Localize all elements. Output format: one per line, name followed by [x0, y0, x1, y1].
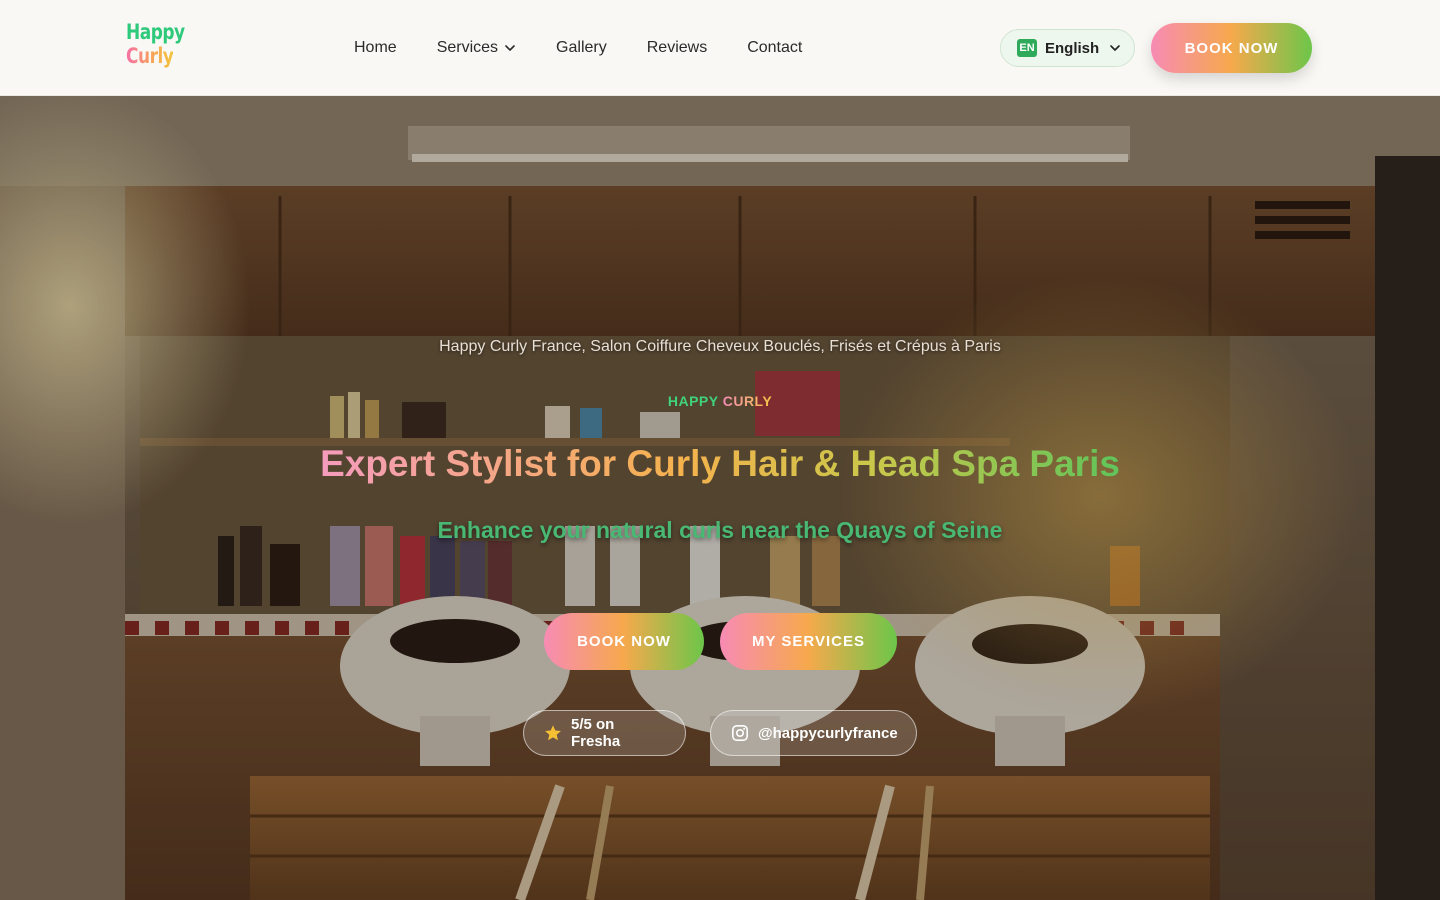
hero-book-now-button[interactable]: BOOK NOW [544, 613, 704, 670]
main-nav: Home Services Gallery Reviews Contact [354, 0, 802, 96]
star-icon [545, 725, 561, 741]
nav-item-label: Services [436, 39, 499, 56]
hero-section: Happy Curly France, Salon Coiffure Cheve… [0, 96, 1440, 900]
nav-item-label: Home [354, 39, 397, 56]
site-logo[interactable]: Happy Curly [126, 18, 185, 78]
instagram-icon [731, 724, 749, 742]
header-book-now-button[interactable]: BOOK NOW [1151, 23, 1312, 73]
nav-item-home[interactable]: Home [354, 39, 397, 57]
nav-item-services[interactable]: Services [437, 39, 516, 57]
language-label: English [1045, 39, 1100, 57]
chevron-down-icon [505, 45, 515, 51]
hero-badges: 5/5 on Fresha @happycurlyfrance [523, 710, 917, 756]
hero-brand: HAPPY CURLY [0, 393, 1440, 409]
hero-tagline: Happy Curly France, Salon Coiffure Cheve… [439, 338, 1001, 355]
my-services-button[interactable]: MY SERVICES [720, 613, 897, 670]
hero-title: Expert Stylist for Curly Hair & Head Spa… [0, 440, 1440, 488]
nav-item-label: Gallery [556, 39, 607, 56]
hero-actions: BOOK NOW MY SERVICES [544, 613, 897, 670]
logo-text-top: Happy [126, 20, 185, 45]
instagram-handle: @happycurlyfrance [758, 724, 898, 742]
nav-item-label: Contact [747, 39, 803, 56]
language-selector[interactable]: EN English [1000, 29, 1135, 67]
fresha-rating-link[interactable]: 5/5 on Fresha [523, 710, 686, 756]
hero-brand-part2: CURLY [722, 393, 773, 409]
nav-item-label: Reviews [646, 39, 708, 56]
nav-item-contact[interactable]: Contact [747, 39, 802, 57]
nav-item-reviews[interactable]: Reviews [647, 39, 707, 57]
nav-item-gallery[interactable]: Gallery [556, 39, 607, 57]
language-code-badge: EN [1017, 39, 1037, 57]
hero-subtitle: Enhance your natural curls near the Quay… [437, 517, 1003, 543]
site-header: Happy Curly Home Services Gallery Review… [0, 0, 1440, 96]
instagram-link[interactable]: @happycurlyfrance [710, 710, 917, 756]
chevron-down-icon [1110, 45, 1120, 51]
hero-brand-part1: HAPPY [667, 393, 723, 409]
hero-overlay [0, 96, 1440, 900]
logo-text-bottom: Curly [126, 44, 174, 69]
fresha-rating-label: 5/5 on Fresha [571, 716, 621, 750]
hero-title-text: Expert Stylist for Curly Hair & Head Spa… [320, 443, 1120, 484]
